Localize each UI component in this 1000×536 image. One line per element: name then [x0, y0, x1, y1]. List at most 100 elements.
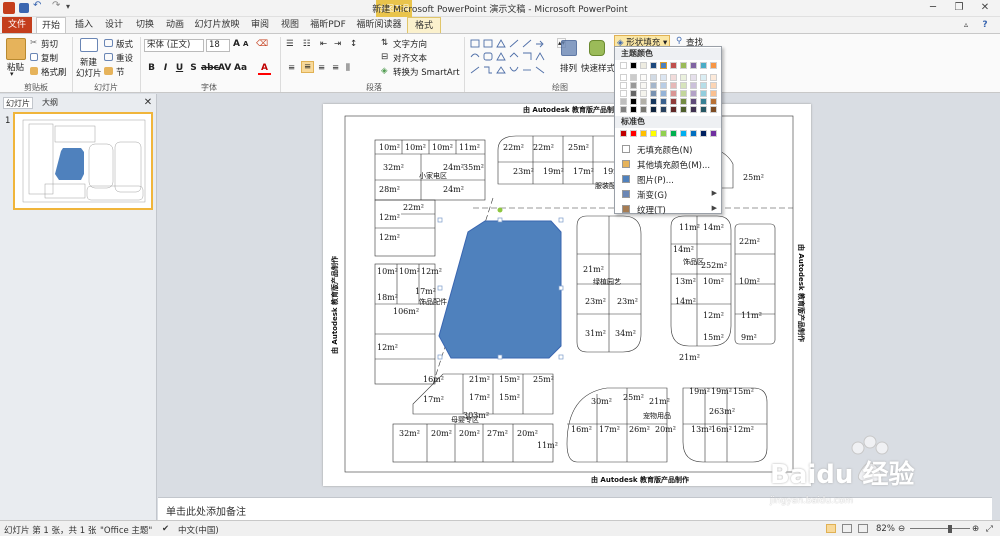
zoom-out-icon[interactable]: ⊖	[898, 524, 905, 534]
spellcheck-icon[interactable]: ✔	[162, 524, 169, 534]
standard-color-swatch[interactable]	[710, 130, 717, 137]
theme-color-swatch[interactable]	[670, 74, 677, 81]
theme-color-swatch[interactable]	[670, 90, 677, 97]
zoom-level[interactable]: 82%	[876, 524, 895, 534]
tab-outline-panel[interactable]: 大纲	[38, 97, 62, 109]
text-direction-button[interactable]: 文字方向	[393, 38, 427, 50]
theme-color-swatch[interactable]	[640, 62, 647, 69]
reset-button[interactable]: 重设	[116, 52, 133, 64]
theme-color-swatch[interactable]	[660, 62, 667, 69]
theme-color-swatch[interactable]	[660, 82, 667, 89]
standard-color-swatch[interactable]	[690, 130, 697, 137]
theme-color-swatch[interactable]	[620, 74, 627, 81]
theme-color-swatch[interactable]	[710, 98, 717, 105]
theme-color-swatch[interactable]	[700, 98, 707, 105]
align-text-button[interactable]: 对齐文本	[393, 52, 427, 64]
numbering-icon[interactable]: ☷	[303, 39, 311, 49]
tab-design[interactable]: 设计	[100, 17, 128, 33]
strikethrough-icon[interactable]: abc	[201, 62, 219, 75]
slide-sorter-icon[interactable]	[842, 524, 852, 533]
theme-color-swatch[interactable]	[640, 98, 647, 105]
theme-color-swatch[interactable]	[660, 90, 667, 97]
language-status[interactable]: 中文(中国)	[178, 524, 219, 536]
close-panel-icon[interactable]: ✕	[142, 97, 154, 109]
change-case-icon[interactable]: Aa	[234, 62, 247, 75]
underline-icon[interactable]: U	[173, 62, 186, 75]
theme-color-swatch[interactable]	[620, 106, 627, 113]
theme-color-swatch[interactable]	[650, 106, 657, 113]
tab-animations[interactable]: 动画	[161, 17, 189, 33]
theme-color-swatch[interactable]	[700, 82, 707, 89]
theme-color-swatch[interactable]	[670, 98, 677, 105]
standard-color-swatch[interactable]	[700, 130, 707, 137]
new-slide-button-line2[interactable]: 幻灯片	[76, 67, 102, 79]
help-icon[interactable]: ?	[978, 17, 992, 33]
minimize-icon[interactable]: ─	[920, 0, 946, 17]
tab-view[interactable]: 视图	[276, 17, 304, 33]
tab-home[interactable]: 开始	[36, 17, 66, 33]
shrink-font-icon[interactable]: A	[243, 40, 248, 48]
new-slide-icon[interactable]	[80, 38, 98, 52]
bold-icon[interactable]: B	[145, 62, 158, 75]
theme-color-swatch[interactable]	[680, 90, 687, 97]
notes-placeholder[interactable]: 单击此处添加备注	[166, 503, 246, 518]
increase-indent-icon[interactable]: ⇥	[334, 39, 341, 49]
cut-button[interactable]: 剪切	[41, 38, 58, 50]
bullets-icon[interactable]: ☰	[286, 39, 294, 49]
tab-format[interactable]: 格式	[407, 17, 441, 33]
standard-color-swatch[interactable]	[670, 130, 677, 137]
align-center-icon[interactable]: ≡	[301, 61, 315, 73]
fill-menu-item[interactable]: 图片(P)...	[617, 172, 721, 186]
theme-color-swatch[interactable]	[650, 98, 657, 105]
theme-color-swatch[interactable]	[630, 74, 637, 81]
theme-color-swatch[interactable]	[660, 106, 667, 113]
minimize-ribbon-icon[interactable]: ▵	[960, 17, 972, 33]
fill-menu-item[interactable]: 其他填充颜色(M)...	[617, 157, 721, 171]
fit-to-window-icon[interactable]: ⤢	[986, 524, 993, 534]
theme-color-swatch[interactable]	[690, 106, 697, 113]
theme-color-swatch[interactable]	[620, 90, 627, 97]
theme-color-swatch[interactable]	[690, 98, 697, 105]
theme-color-swatch[interactable]	[630, 90, 637, 97]
theme-color-swatch[interactable]	[690, 82, 697, 89]
theme-color-swatch[interactable]	[630, 106, 637, 113]
theme-color-swatch[interactable]	[690, 62, 697, 69]
standard-color-swatch[interactable]	[660, 130, 667, 137]
theme-color-swatch[interactable]	[640, 74, 647, 81]
theme-color-swatch[interactable]	[630, 82, 637, 89]
fill-menu-item[interactable]: 无填充颜色(N)	[617, 142, 721, 156]
standard-color-swatch[interactable]	[680, 130, 687, 137]
theme-color-swatch[interactable]	[680, 74, 687, 81]
quick-styles-icon[interactable]	[589, 40, 605, 56]
theme-color-swatch[interactable]	[710, 82, 717, 89]
theme-color-swatch[interactable]	[640, 90, 647, 97]
tab-slides-panel[interactable]: 幻灯片	[3, 97, 33, 109]
theme-color-swatch[interactable]	[710, 106, 717, 113]
slide-canvas[interactable]: 10m² 10m² 10m² 11m² 32m² 24m² 35m² 22m² 22m² 25m²…	[323, 104, 811, 486]
justify-icon[interactable]: ≡	[332, 63, 339, 73]
theme-color-swatch[interactable]	[650, 82, 657, 89]
restore-icon[interactable]: ❐	[946, 0, 972, 17]
normal-view-icon[interactable]	[826, 524, 836, 533]
align-right-icon[interactable]: ≡	[318, 63, 325, 73]
theme-color-swatch[interactable]	[670, 106, 677, 113]
fill-menu-item[interactable]: 渐变(G) ▶	[617, 187, 721, 201]
theme-color-swatch[interactable]	[650, 62, 657, 69]
font-color-icon[interactable]: A	[258, 62, 271, 75]
theme-color-swatch[interactable]	[650, 74, 657, 81]
theme-color-swatch[interactable]	[670, 62, 677, 69]
tab-foxit-reader[interactable]: 福昕阅读器	[353, 17, 405, 33]
shapes-gallery[interactable]	[468, 37, 554, 77]
slide-thumbnail[interactable]	[13, 112, 153, 210]
theme-color-swatch[interactable]	[620, 98, 627, 105]
paste-dropdown-icon[interactable]: ▾	[10, 70, 14, 78]
shadow-icon[interactable]: S	[187, 62, 200, 75]
theme-color-swatch[interactable]	[640, 106, 647, 113]
theme-color-swatch[interactable]	[660, 98, 667, 105]
grow-font-icon[interactable]: A	[233, 39, 240, 49]
close-icon[interactable]: ✕	[972, 0, 998, 17]
format-painter-button[interactable]: 格式刷	[41, 66, 67, 78]
theme-color-swatch[interactable]	[640, 82, 647, 89]
theme-color-swatch[interactable]	[680, 62, 687, 69]
tab-transitions[interactable]: 切换	[131, 17, 159, 33]
